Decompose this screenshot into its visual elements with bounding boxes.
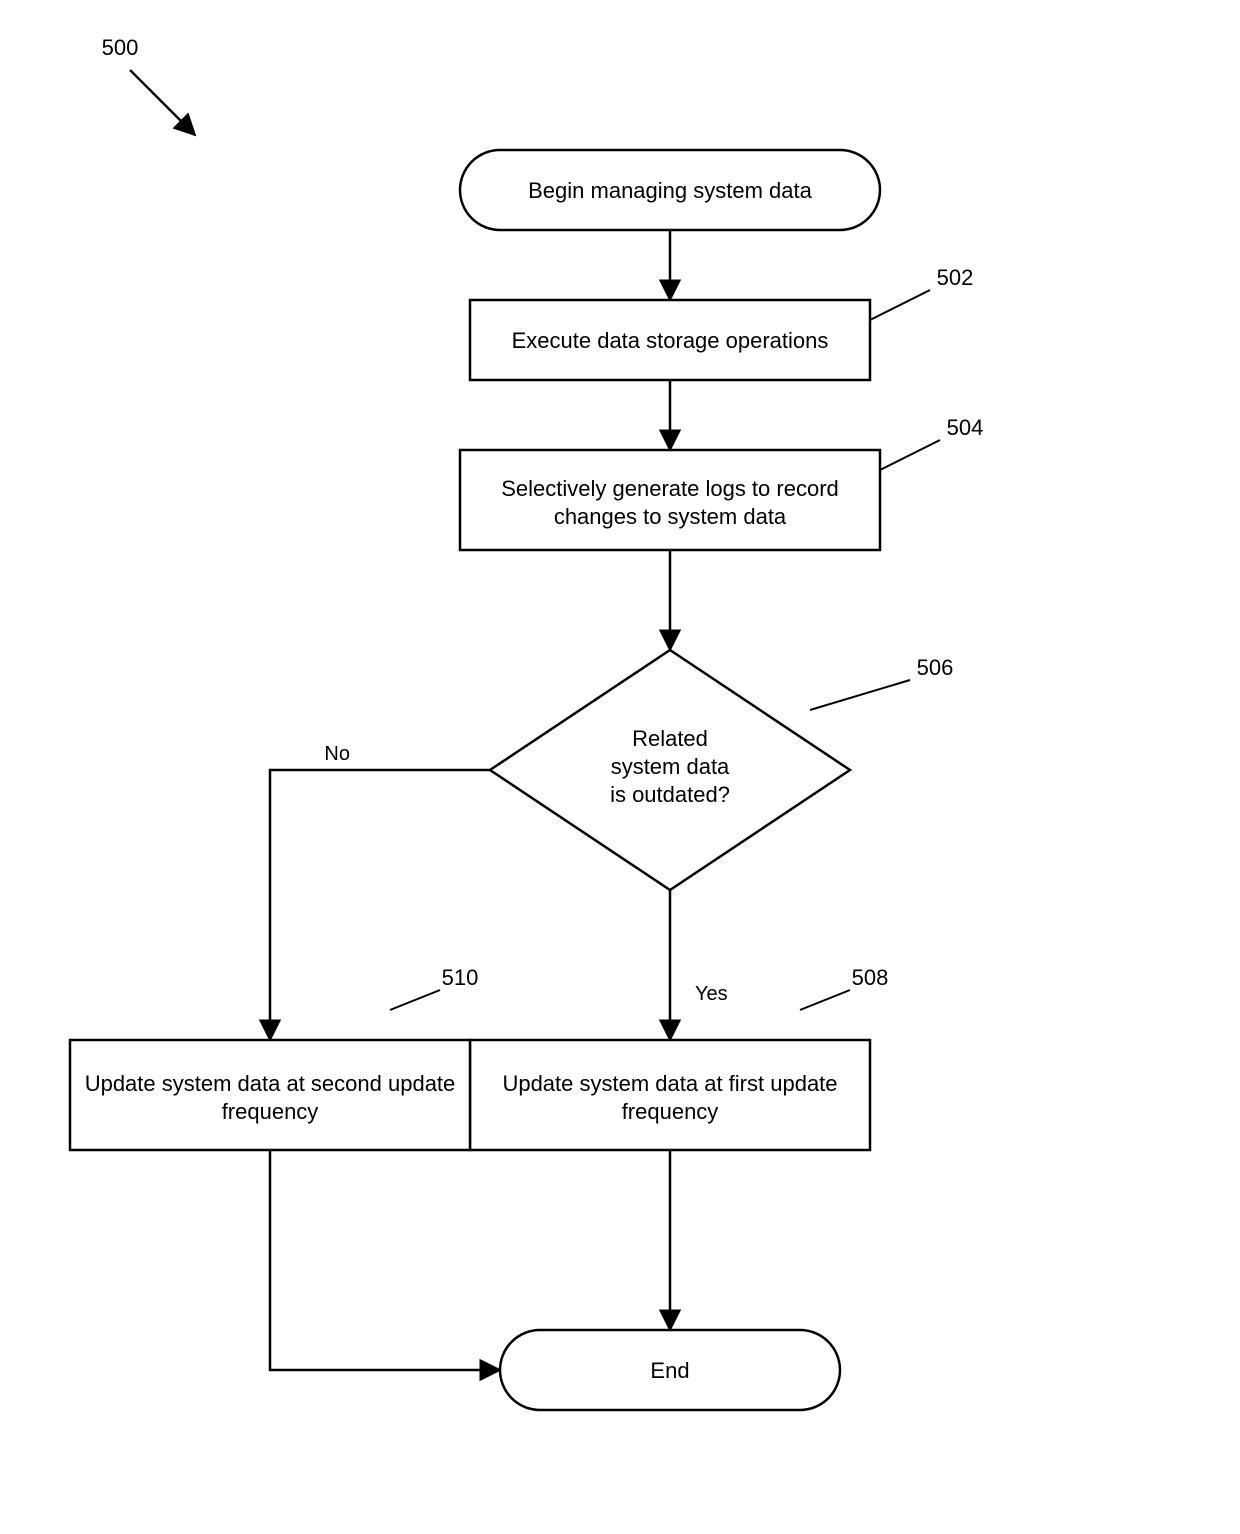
edge-no xyxy=(270,770,490,1040)
exec-label: Execute data storage operations xyxy=(512,328,829,353)
edge-no-label: No xyxy=(324,743,350,765)
second-ref: 510 xyxy=(442,965,479,990)
node-end: End xyxy=(500,1330,840,1410)
end-label: End xyxy=(650,1358,689,1383)
logs-line2: changes to system data xyxy=(554,504,787,529)
logs-line1: Selectively generate logs to record xyxy=(501,476,839,501)
edge-yes-label: Yes xyxy=(695,983,728,1005)
dec-line1: Related xyxy=(632,726,708,751)
edge-second-end xyxy=(270,1150,500,1370)
dec-line2: system data xyxy=(611,754,730,779)
second-line1: Update system data at second update xyxy=(85,1071,456,1096)
node-decision: Related system data is outdated? 506 xyxy=(490,650,953,890)
second-line2: frequency xyxy=(222,1099,319,1124)
first-ref-leader xyxy=(800,990,850,1010)
first-ref: 508 xyxy=(852,965,889,990)
logs-ref: 504 xyxy=(947,415,984,440)
node-first: Update system data at first update frequ… xyxy=(470,965,888,1150)
node-second: Update system data at second update freq… xyxy=(70,965,478,1150)
node-exec: Execute data storage operations 502 xyxy=(470,265,973,380)
exec-ref-leader xyxy=(870,290,930,320)
start-label: Begin managing system data xyxy=(528,178,812,203)
figure-ref-arrow xyxy=(130,70,195,135)
second-ref-leader xyxy=(390,990,440,1010)
flowchart: 500 Begin managing system data Execute d… xyxy=(0,0,1240,1534)
node-start: Begin managing system data xyxy=(460,150,880,230)
dec-ref-leader xyxy=(810,680,910,710)
logs-ref-leader xyxy=(880,440,940,470)
exec-ref: 502 xyxy=(937,265,974,290)
first-line2: frequency xyxy=(622,1099,719,1124)
dec-ref: 506 xyxy=(917,655,954,680)
first-line1: Update system data at first update xyxy=(502,1071,837,1096)
figure-ref-label: 500 xyxy=(102,35,139,60)
node-logs: Selectively generate logs to record chan… xyxy=(460,415,983,550)
dec-line3: is outdated? xyxy=(610,782,730,807)
